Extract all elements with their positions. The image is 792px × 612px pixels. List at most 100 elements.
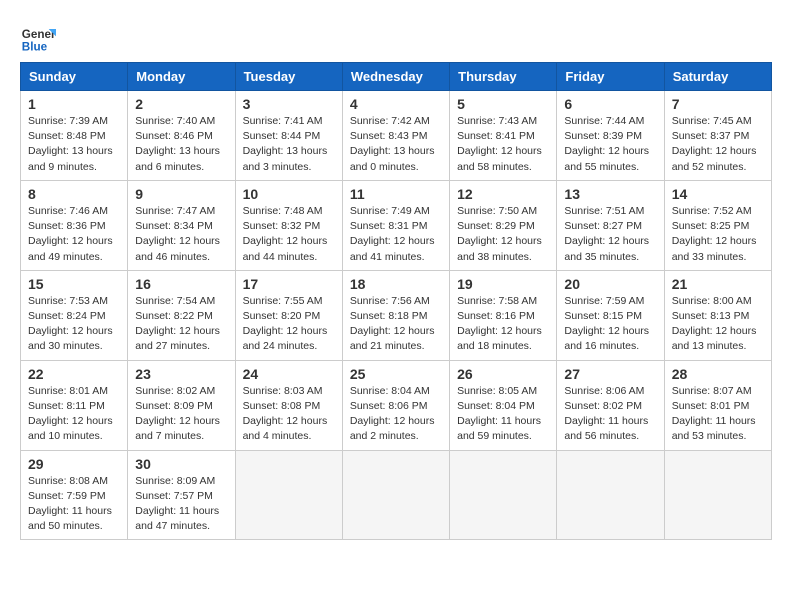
calendar-cell: 4 Sunrise: 7:42 AM Sunset: 8:43 PM Dayli… — [342, 91, 449, 181]
col-header-tuesday: Tuesday — [235, 63, 342, 91]
day-info: Sunrise: 7:59 AM Sunset: 8:15 PM Dayligh… — [564, 294, 656, 355]
day-info: Sunrise: 7:40 AM Sunset: 8:46 PM Dayligh… — [135, 114, 227, 175]
calendar-cell: 29 Sunrise: 8:08 AM Sunset: 7:59 PM Dayl… — [21, 450, 128, 540]
day-info: Sunrise: 7:51 AM Sunset: 8:27 PM Dayligh… — [564, 204, 656, 265]
day-number: 28 — [672, 366, 764, 382]
day-info: Sunrise: 7:39 AM Sunset: 8:48 PM Dayligh… — [28, 114, 120, 175]
calendar-week-row: 22 Sunrise: 8:01 AM Sunset: 8:11 PM Dayl… — [21, 360, 772, 450]
day-info: Sunrise: 7:46 AM Sunset: 8:36 PM Dayligh… — [28, 204, 120, 265]
day-number: 30 — [135, 456, 227, 472]
day-number: 22 — [28, 366, 120, 382]
calendar-week-row: 1 Sunrise: 7:39 AM Sunset: 8:48 PM Dayli… — [21, 91, 772, 181]
calendar-cell: 26 Sunrise: 8:05 AM Sunset: 8:04 PM Dayl… — [450, 360, 557, 450]
col-header-thursday: Thursday — [450, 63, 557, 91]
calendar-cell: 2 Sunrise: 7:40 AM Sunset: 8:46 PM Dayli… — [128, 91, 235, 181]
calendar-cell: 1 Sunrise: 7:39 AM Sunset: 8:48 PM Dayli… — [21, 91, 128, 181]
day-info: Sunrise: 7:54 AM Sunset: 8:22 PM Dayligh… — [135, 294, 227, 355]
day-number: 19 — [457, 276, 549, 292]
calendar-cell: 28 Sunrise: 8:07 AM Sunset: 8:01 PM Dayl… — [664, 360, 771, 450]
svg-text:Blue: Blue — [22, 41, 48, 54]
calendar-week-row: 8 Sunrise: 7:46 AM Sunset: 8:36 PM Dayli… — [21, 180, 772, 270]
day-info: Sunrise: 7:43 AM Sunset: 8:41 PM Dayligh… — [457, 114, 549, 175]
day-number: 21 — [672, 276, 764, 292]
calendar-cell: 17 Sunrise: 7:55 AM Sunset: 8:20 PM Dayl… — [235, 270, 342, 360]
calendar-cell: 16 Sunrise: 7:54 AM Sunset: 8:22 PM Dayl… — [128, 270, 235, 360]
day-number: 24 — [243, 366, 335, 382]
calendar-cell — [235, 450, 342, 540]
calendar-cell — [342, 450, 449, 540]
calendar-cell: 23 Sunrise: 8:02 AM Sunset: 8:09 PM Dayl… — [128, 360, 235, 450]
day-info: Sunrise: 7:42 AM Sunset: 8:43 PM Dayligh… — [350, 114, 442, 175]
calendar-cell: 6 Sunrise: 7:44 AM Sunset: 8:39 PM Dayli… — [557, 91, 664, 181]
page-header: General Blue — [20, 20, 772, 56]
day-number: 20 — [564, 276, 656, 292]
calendar-cell: 21 Sunrise: 8:00 AM Sunset: 8:13 PM Dayl… — [664, 270, 771, 360]
day-number: 9 — [135, 186, 227, 202]
day-info: Sunrise: 7:53 AM Sunset: 8:24 PM Dayligh… — [28, 294, 120, 355]
calendar-cell: 22 Sunrise: 8:01 AM Sunset: 8:11 PM Dayl… — [21, 360, 128, 450]
day-info: Sunrise: 7:50 AM Sunset: 8:29 PM Dayligh… — [457, 204, 549, 265]
calendar-cell: 11 Sunrise: 7:49 AM Sunset: 8:31 PM Dayl… — [342, 180, 449, 270]
day-info: Sunrise: 7:48 AM Sunset: 8:32 PM Dayligh… — [243, 204, 335, 265]
col-header-saturday: Saturday — [664, 63, 771, 91]
day-number: 12 — [457, 186, 549, 202]
day-info: Sunrise: 8:06 AM Sunset: 8:02 PM Dayligh… — [564, 384, 656, 445]
col-header-wednesday: Wednesday — [342, 63, 449, 91]
day-number: 17 — [243, 276, 335, 292]
calendar-cell — [450, 450, 557, 540]
calendar-cell: 20 Sunrise: 7:59 AM Sunset: 8:15 PM Dayl… — [557, 270, 664, 360]
calendar-week-row: 15 Sunrise: 7:53 AM Sunset: 8:24 PM Dayl… — [21, 270, 772, 360]
calendar-cell: 9 Sunrise: 7:47 AM Sunset: 8:34 PM Dayli… — [128, 180, 235, 270]
day-info: Sunrise: 7:56 AM Sunset: 8:18 PM Dayligh… — [350, 294, 442, 355]
day-info: Sunrise: 7:41 AM Sunset: 8:44 PM Dayligh… — [243, 114, 335, 175]
day-number: 14 — [672, 186, 764, 202]
day-info: Sunrise: 7:52 AM Sunset: 8:25 PM Dayligh… — [672, 204, 764, 265]
day-number: 10 — [243, 186, 335, 202]
day-number: 8 — [28, 186, 120, 202]
day-info: Sunrise: 8:02 AM Sunset: 8:09 PM Dayligh… — [135, 384, 227, 445]
col-header-monday: Monday — [128, 63, 235, 91]
calendar-header-row: SundayMondayTuesdayWednesdayThursdayFrid… — [21, 63, 772, 91]
day-info: Sunrise: 7:45 AM Sunset: 8:37 PM Dayligh… — [672, 114, 764, 175]
calendar-cell: 13 Sunrise: 7:51 AM Sunset: 8:27 PM Dayl… — [557, 180, 664, 270]
day-number: 5 — [457, 96, 549, 112]
day-number: 6 — [564, 96, 656, 112]
calendar-cell: 25 Sunrise: 8:04 AM Sunset: 8:06 PM Dayl… — [342, 360, 449, 450]
day-number: 4 — [350, 96, 442, 112]
day-info: Sunrise: 8:03 AM Sunset: 8:08 PM Dayligh… — [243, 384, 335, 445]
day-number: 27 — [564, 366, 656, 382]
calendar-cell — [664, 450, 771, 540]
calendar-cell: 30 Sunrise: 8:09 AM Sunset: 7:57 PM Dayl… — [128, 450, 235, 540]
day-number: 25 — [350, 366, 442, 382]
calendar-cell: 19 Sunrise: 7:58 AM Sunset: 8:16 PM Dayl… — [450, 270, 557, 360]
day-info: Sunrise: 8:05 AM Sunset: 8:04 PM Dayligh… — [457, 384, 549, 445]
day-number: 11 — [350, 186, 442, 202]
day-info: Sunrise: 8:04 AM Sunset: 8:06 PM Dayligh… — [350, 384, 442, 445]
day-number: 15 — [28, 276, 120, 292]
day-number: 23 — [135, 366, 227, 382]
calendar-cell: 24 Sunrise: 8:03 AM Sunset: 8:08 PM Dayl… — [235, 360, 342, 450]
day-number: 2 — [135, 96, 227, 112]
calendar-week-row: 29 Sunrise: 8:08 AM Sunset: 7:59 PM Dayl… — [21, 450, 772, 540]
col-header-friday: Friday — [557, 63, 664, 91]
day-number: 13 — [564, 186, 656, 202]
day-info: Sunrise: 8:08 AM Sunset: 7:59 PM Dayligh… — [28, 474, 120, 535]
col-header-sunday: Sunday — [21, 63, 128, 91]
day-info: Sunrise: 8:01 AM Sunset: 8:11 PM Dayligh… — [28, 384, 120, 445]
calendar-cell: 12 Sunrise: 7:50 AM Sunset: 8:29 PM Dayl… — [450, 180, 557, 270]
calendar-cell: 5 Sunrise: 7:43 AM Sunset: 8:41 PM Dayli… — [450, 91, 557, 181]
calendar-table: SundayMondayTuesdayWednesdayThursdayFrid… — [20, 62, 772, 540]
day-number: 3 — [243, 96, 335, 112]
day-info: Sunrise: 8:00 AM Sunset: 8:13 PM Dayligh… — [672, 294, 764, 355]
day-info: Sunrise: 7:44 AM Sunset: 8:39 PM Dayligh… — [564, 114, 656, 175]
calendar-cell: 18 Sunrise: 7:56 AM Sunset: 8:18 PM Dayl… — [342, 270, 449, 360]
day-info: Sunrise: 7:55 AM Sunset: 8:20 PM Dayligh… — [243, 294, 335, 355]
day-info: Sunrise: 8:07 AM Sunset: 8:01 PM Dayligh… — [672, 384, 764, 445]
logo: General Blue — [20, 20, 60, 56]
day-number: 18 — [350, 276, 442, 292]
day-number: 7 — [672, 96, 764, 112]
logo-icon: General Blue — [20, 20, 56, 56]
calendar-cell — [557, 450, 664, 540]
day-number: 29 — [28, 456, 120, 472]
day-number: 1 — [28, 96, 120, 112]
